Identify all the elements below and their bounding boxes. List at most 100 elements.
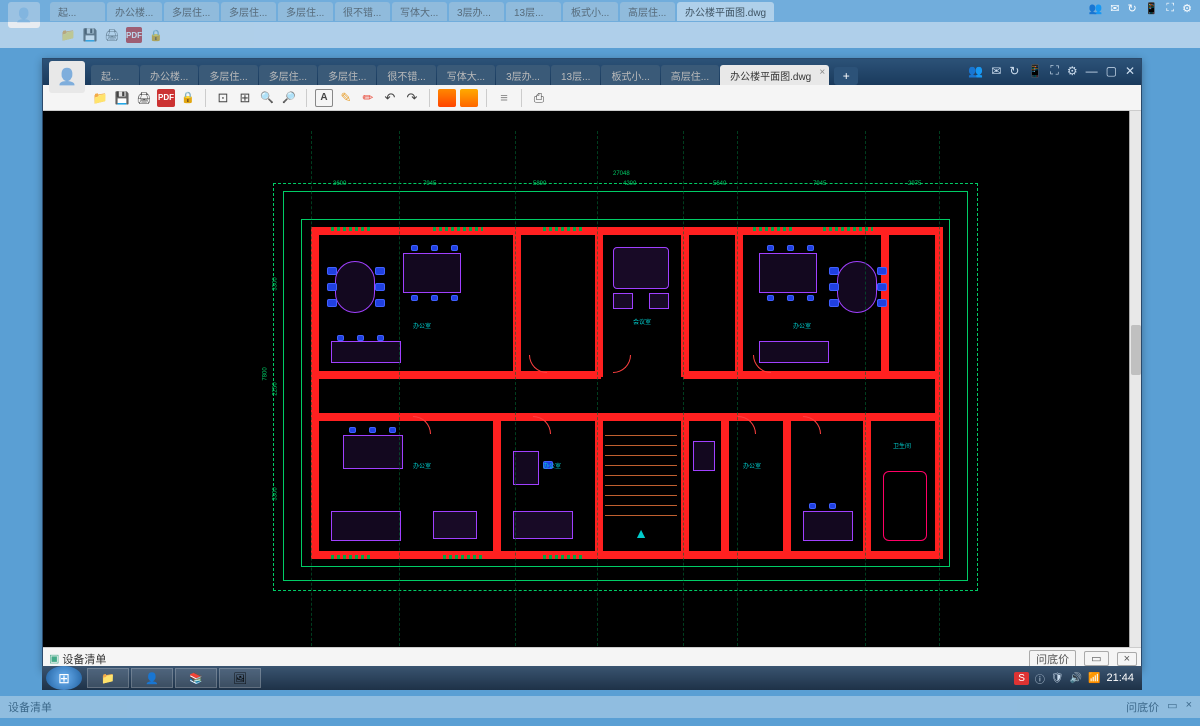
tray-icon[interactable]: 🔊 — [1070, 673, 1082, 684]
zoom-in-icon[interactable] — [258, 89, 276, 107]
outer-tab[interactable]: 很不错... — [335, 2, 390, 21]
task-button[interactable]: 🖼 — [219, 668, 261, 688]
tab-active[interactable]: 办公楼平面图.dwg — [720, 65, 829, 85]
tab[interactable]: 多层住... — [259, 65, 317, 85]
outer-tab[interactable]: 起... — [50, 2, 105, 21]
tray-icon[interactable]: 🛡 — [1051, 673, 1064, 684]
ask-price-button[interactable]: 问底价 — [1029, 650, 1076, 668]
refresh-icon[interactable]: ↻ — [1009, 64, 1019, 78]
pdf-icon[interactable]: PDF — [126, 27, 142, 43]
marker-tool-icon[interactable] — [359, 89, 377, 107]
status-close-button[interactable]: × — [1117, 652, 1137, 666]
wall — [311, 371, 601, 379]
outer-tab[interactable]: 3层办... — [449, 2, 504, 21]
outer-tab-active[interactable]: 办公楼平面图.dwg — [677, 2, 774, 21]
mobile-icon[interactable]: 📱 — [1145, 2, 1159, 15]
stair-arrow-icon: ▲ — [634, 525, 648, 541]
tray-icon[interactable]: ⓘ — [1035, 671, 1045, 686]
status-left[interactable]: 设备清单 — [43, 651, 106, 667]
outer-tab[interactable]: 写体大... — [392, 2, 447, 21]
room-label: 办公室 — [743, 461, 761, 470]
refresh-icon[interactable]: ↻ — [1128, 2, 1137, 15]
chair — [327, 283, 337, 291]
tab[interactable]: 写体大... — [437, 65, 495, 85]
expand-icon[interactable]: ⛶ — [1166, 2, 1174, 15]
task-button[interactable]: 📁 — [87, 668, 129, 688]
zoom-window-icon[interactable] — [214, 89, 232, 107]
dim-label: 5890 — [533, 181, 546, 187]
text-tool-icon[interactable]: A — [315, 89, 333, 107]
tab[interactable]: 多层住... — [199, 65, 257, 85]
wall — [311, 227, 319, 559]
tab[interactable]: 3层办... — [496, 65, 550, 85]
users-icon[interactable]: 👥 — [1089, 2, 1103, 15]
status-box-button[interactable]: ▭ — [1084, 651, 1108, 666]
zoom-out-icon[interactable] — [280, 89, 298, 107]
clock[interactable]: 21:44 — [1106, 672, 1134, 684]
windows-taskbar: 📁 👤 📚 🖼 S ⓘ 🛡 🔊 📶 21:44 — [42, 666, 1142, 690]
msg-icon[interactable]: ✉ — [991, 64, 1001, 78]
drawing-canvas[interactable]: 27048 3600 7945 5890 4200 5640 7945 2975… — [43, 111, 1129, 647]
tab[interactable]: 起... — [91, 65, 139, 85]
print-icon[interactable] — [135, 89, 153, 107]
mobile-icon[interactable]: 📱 — [1027, 64, 1042, 78]
ime-indicator[interactable]: S — [1014, 672, 1029, 685]
redo-icon[interactable] — [403, 89, 421, 107]
staircase: ▲ — [605, 427, 677, 547]
outer-tab[interactable]: 多层住... — [221, 2, 276, 21]
layers-icon[interactable] — [438, 89, 456, 107]
tab[interactable]: 多层住... — [318, 65, 376, 85]
tab[interactable]: 板式小... — [601, 65, 659, 85]
measure-icon[interactable] — [460, 89, 478, 107]
grid-line — [399, 131, 400, 647]
task-button[interactable]: 📚 — [175, 668, 217, 688]
start-button[interactable] — [46, 666, 82, 690]
maximize-button[interactable]: ▢ — [1106, 64, 1117, 78]
tab[interactable]: 很不错... — [377, 65, 435, 85]
outer-tab[interactable]: 多层住... — [278, 2, 333, 21]
save-icon[interactable] — [82, 27, 98, 43]
pen-tool-icon[interactable] — [337, 89, 355, 107]
outer-tab[interactable]: 多层住... — [164, 2, 219, 21]
tab-add-button[interactable]: + — [834, 67, 858, 85]
close-button[interactable]: ✕ — [1125, 64, 1135, 78]
chair — [809, 503, 816, 509]
chair — [829, 283, 839, 291]
tab[interactable]: 高层住... — [661, 65, 719, 85]
tab[interactable]: 13层... — [551, 65, 600, 85]
floor-plan: 27048 3600 7945 5890 4200 5640 7945 2975… — [283, 191, 968, 581]
lock-icon[interactable] — [148, 27, 164, 43]
minimize-button[interactable]: — — [1086, 64, 1098, 78]
open-icon[interactable] — [91, 89, 109, 107]
gear-icon[interactable]: ⚙ — [1182, 2, 1192, 15]
open-icon[interactable] — [60, 27, 76, 43]
outer-status-close: × — [1186, 699, 1192, 715]
desk-row — [803, 511, 853, 541]
users-icon[interactable]: 👥 — [968, 64, 983, 78]
tab[interactable]: 办公楼... — [140, 65, 198, 85]
network-icon[interactable]: 📶 — [1088, 673, 1100, 684]
lock-icon[interactable] — [179, 89, 197, 107]
window — [753, 227, 793, 231]
task-button[interactable]: 👤 — [131, 668, 173, 688]
vertical-scrollbar[interactable] — [1129, 111, 1141, 647]
room-label: 办公室 — [543, 461, 561, 470]
outer-tab[interactable]: 高层住... — [620, 2, 675, 21]
gear-icon[interactable]: ⚙ — [1067, 64, 1078, 78]
expand-icon[interactable]: ⛶ — [1050, 63, 1058, 78]
undo-icon[interactable] — [381, 89, 399, 107]
save-icon[interactable] — [113, 89, 131, 107]
print-icon[interactable] — [104, 27, 120, 43]
outer-tab[interactable]: 板式小... — [563, 2, 618, 21]
outer-tab[interactable]: 办公楼... — [107, 2, 162, 21]
toolbar: PDF A — [43, 85, 1141, 111]
outer-tab[interactable]: 13层... — [506, 2, 561, 21]
sofa — [513, 511, 573, 539]
zoom-all-icon[interactable] — [236, 89, 254, 107]
msg-icon[interactable]: ✉ — [1110, 2, 1119, 15]
stack-icon[interactable] — [495, 89, 513, 107]
pdf-icon[interactable]: PDF — [157, 89, 175, 107]
export-icon[interactable] — [530, 89, 548, 107]
chair — [369, 427, 376, 433]
chair — [767, 295, 774, 301]
